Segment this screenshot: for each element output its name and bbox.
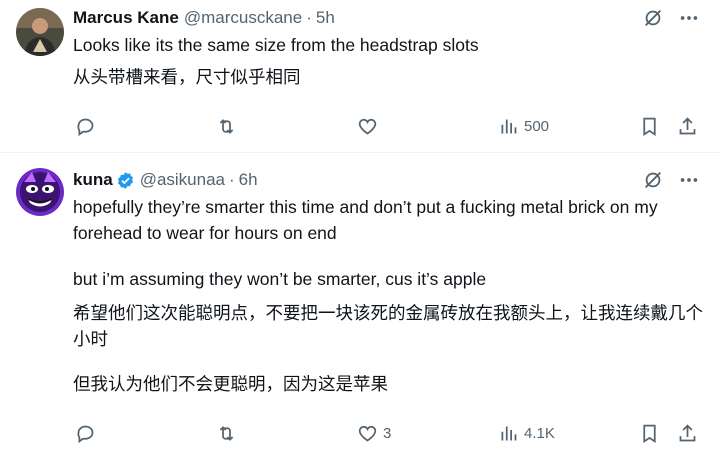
- reply-icon: [77, 118, 94, 137]
- user-handle[interactable]: @asikunaa: [140, 170, 225, 190]
- grok-icon[interactable]: [642, 7, 664, 29]
- like-count: 3: [383, 425, 392, 442]
- share-icon: [679, 424, 696, 442]
- tweet-header: kuna @asikunaa · 6h: [73, 169, 258, 191]
- bookmark-button[interactable]: [639, 423, 660, 444]
- analytics-icon: [501, 426, 517, 441]
- bookmark-icon: [643, 117, 656, 137]
- reply-icon: [77, 425, 94, 444]
- reply-button[interactable]: [75, 423, 101, 444]
- views-button[interactable]: 500: [498, 116, 549, 137]
- view-count: 500: [524, 118, 550, 135]
- retweet-icon: [219, 426, 234, 441]
- grok-icon[interactable]: [642, 169, 664, 191]
- display-name[interactable]: Marcus Kane: [73, 8, 179, 28]
- heart-icon: [358, 425, 377, 442]
- tweet-paragraph-2: but i’m assuming they won’t be smarter, …: [73, 269, 487, 289]
- like-button[interactable]: [357, 116, 383, 137]
- share-button[interactable]: [677, 116, 698, 137]
- view-count: 4.1K: [524, 425, 555, 442]
- more-icon[interactable]: [678, 169, 700, 191]
- retweet-button[interactable]: [216, 116, 242, 137]
- tweet-header: Marcus Kane @marcusckane · 5h: [73, 7, 335, 29]
- avatar[interactable]: [16, 168, 64, 216]
- reply-button[interactable]: [75, 116, 101, 137]
- tweet-marcus-kane[interactable]: Marcus Kane @marcusckane · 5h Looks like…: [0, 0, 720, 152]
- separator-dot: ·: [229, 170, 235, 189]
- views-button[interactable]: 4.1K: [498, 423, 555, 444]
- analytics-icon: [501, 119, 517, 134]
- display-name[interactable]: kuna: [73, 170, 113, 190]
- more-icon[interactable]: [678, 7, 700, 29]
- user-handle[interactable]: @marcusckane: [184, 8, 302, 28]
- tweet-paragraph-3: 希望他们这次能聪明点，不要把一块该死的金属砖放在我额头上，让我连续戴几个小时: [73, 303, 703, 349]
- timestamp[interactable]: 5h: [316, 8, 335, 28]
- action-bar: 3 4.1K: [73, 423, 703, 445]
- tweet-paragraph-4: 但我认为他们不会更聪明，因为这是苹果: [73, 374, 388, 394]
- separator-dot: ·: [306, 8, 312, 27]
- avatar[interactable]: [16, 8, 64, 56]
- like-button[interactable]: 3: [357, 423, 391, 444]
- tweet-kuna[interactable]: kuna @asikunaa · 6h hopefully they’re sm…: [0, 153, 720, 454]
- action-bar: 500: [73, 116, 703, 138]
- timestamp[interactable]: 6h: [239, 170, 258, 190]
- verified-badge-icon[interactable]: [116, 171, 135, 190]
- bookmark-icon: [643, 424, 656, 444]
- bookmark-button[interactable]: [639, 116, 660, 137]
- share-icon: [679, 117, 696, 135]
- heart-icon: [358, 118, 377, 135]
- tweet-paragraph-1: hopefully they’re smarter this time and …: [73, 197, 658, 243]
- retweet-button[interactable]: [216, 423, 242, 444]
- tweet-text-en: Looks like its the same size from the he…: [73, 35, 479, 55]
- share-button[interactable]: [677, 423, 698, 444]
- tweet-text-zh: 从头带槽来看，尺寸似乎相同: [73, 67, 301, 87]
- retweet-icon: [219, 119, 234, 134]
